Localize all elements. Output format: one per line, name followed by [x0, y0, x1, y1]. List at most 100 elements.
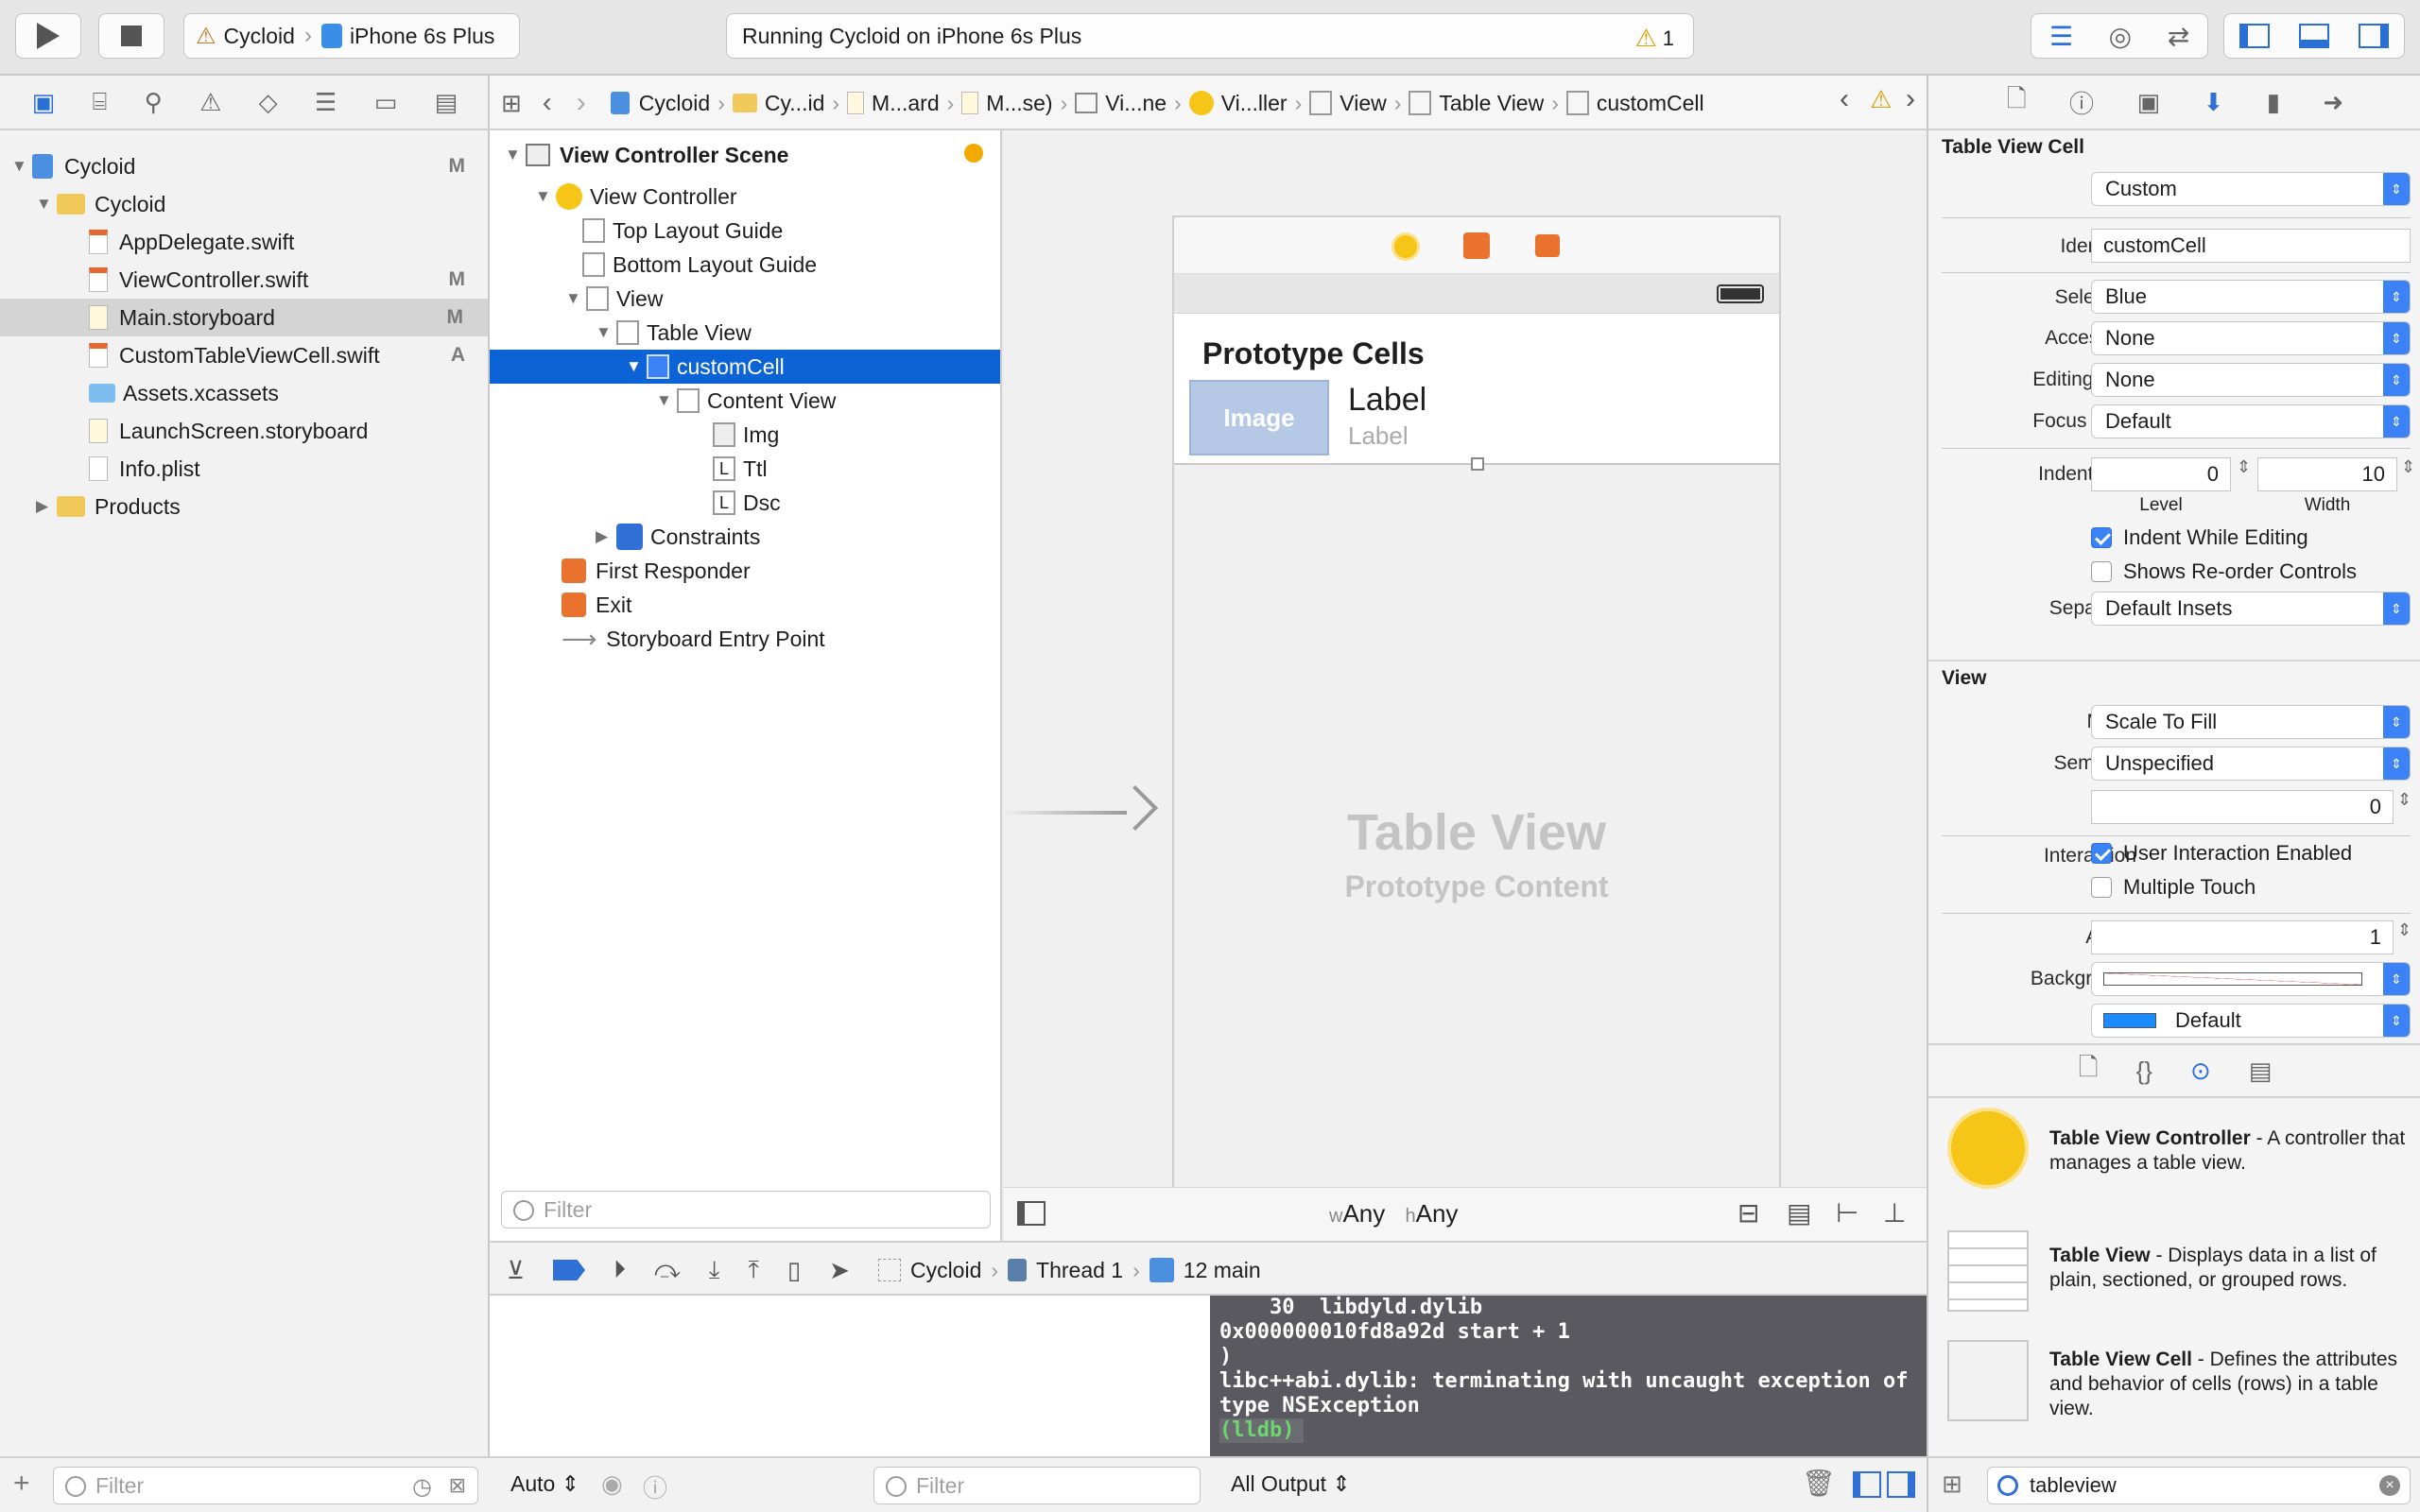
show-console-icon[interactable] — [1887, 1471, 1915, 1498]
outline-top-layout-guide[interactable]: Top Layout Guide — [582, 214, 783, 248]
library-search-input[interactable]: tableview × — [1987, 1467, 2411, 1504]
breadcrumb-item[interactable]: View — [1340, 91, 1386, 116]
indent-while-editing-checkbox[interactable]: Indent While Editing — [2091, 525, 2308, 550]
run-button[interactable] — [15, 13, 81, 59]
breadcrumb-item[interactable]: Vi...ller — [1221, 91, 1288, 116]
back-button[interactable]: ‹ — [543, 87, 552, 119]
library-item-table-view-cell[interactable]: Table View Cell - Defines the attributes… — [1947, 1340, 2420, 1444]
style-popup[interactable]: Custom ⇕ — [2091, 172, 2411, 206]
issue-navigator-icon[interactable]: ⚠ — [199, 88, 221, 117]
scm-filter-icon[interactable]: ⊠ — [449, 1473, 466, 1498]
object-library-icon[interactable]: ⊙ — [2190, 1057, 2211, 1086]
warning-indicator[interactable]: ⚠ 1 — [1634, 24, 1674, 53]
step-over-icon[interactable]: ⤼ — [654, 1255, 681, 1285]
previous-issue-button[interactable]: ‹ — [1840, 83, 1849, 115]
find-navigator-icon[interactable]: ⚲ — [145, 88, 163, 117]
separator-popup[interactable]: Default Insets ⇕ — [2091, 592, 2411, 626]
clear-search-icon[interactable]: × — [2379, 1475, 2400, 1496]
attributes-inspector-icon[interactable]: ⬇ — [2203, 88, 2223, 117]
location-icon[interactable]: ➤ — [829, 1256, 850, 1285]
outline-scene[interactable]: ▼ View Controller Scene — [505, 138, 996, 172]
scheme-selector[interactable]: ⚠ Cycloid › iPhone 6s Plus — [183, 13, 520, 59]
symbol-navigator-icon[interactable]: ⌸ — [93, 87, 108, 117]
align-icon[interactable]: ⊢ — [1836, 1197, 1858, 1228]
outline-dsc[interactable]: L Dsc — [713, 486, 781, 520]
identifier-field[interactable]: customCell — [2091, 229, 2411, 263]
library-item-table-view-controller[interactable]: Table View Controller - A controller tha… — [1947, 1108, 2420, 1211]
update-frames-icon[interactable]: ⊟ — [1737, 1197, 1759, 1228]
console-output[interactable]: 30 libdyld.dylib 0x000000010fd8a92d star… — [1210, 1296, 1928, 1456]
dock-exit-icon[interactable] — [1535, 234, 1560, 257]
debug-toggle-icon[interactable] — [2298, 24, 2329, 48]
semantic-popup[interactable]: Unspecified ⇕ — [2091, 747, 2411, 781]
step-out-icon[interactable]: ⤒ — [748, 1255, 759, 1285]
version-editor-icon[interactable]: ⇄ — [2168, 21, 2189, 52]
recent-files-icon[interactable]: ◷ — [412, 1473, 432, 1501]
outline-ttl[interactable]: L Ttl — [713, 452, 768, 486]
step-into-icon[interactable]: ⤓ — [709, 1255, 720, 1285]
related-items-icon[interactable]: ⊞ — [501, 89, 522, 118]
tint-popup[interactable]: Default ⇕ — [2091, 1004, 2411, 1038]
outline-toggle-icon[interactable] — [1017, 1201, 1046, 1226]
tree-item-group-cycloid[interactable]: ▼ Cycloid — [36, 185, 490, 223]
connections-inspector-icon[interactable]: ➜ — [2323, 88, 2343, 117]
tree-item-project[interactable]: ▼ Cycloid M — [11, 147, 490, 185]
tree-item-viewcontroller[interactable]: ViewController.swift M — [89, 261, 490, 299]
breadcrumb-item[interactable]: M...ard — [872, 91, 940, 116]
breadcrumb-item[interactable]: Cy...id — [765, 91, 824, 116]
tree-item-appdelegate[interactable]: AppDelegate.swift — [89, 223, 490, 261]
indent-level-field[interactable]: 0 — [2091, 457, 2231, 491]
identity-inspector-icon[interactable]: ▣ — [2136, 88, 2160, 117]
auto-popup[interactable]: Auto ⇕ — [510, 1471, 579, 1497]
debug-frame[interactable]: 12 main — [1184, 1258, 1261, 1283]
focus-style-popup[interactable]: Default ⇕ — [2091, 404, 2411, 438]
indent-width-field[interactable]: 10 — [2257, 457, 2397, 491]
multiple-touch-checkbox[interactable]: Multiple Touch — [2091, 875, 2256, 900]
cell-image-view[interactable]: Image — [1189, 380, 1329, 455]
add-icon[interactable]: + — [13, 1468, 30, 1500]
shows-reorder-checkbox[interactable]: Shows Re-order Controls — [2091, 559, 2357, 584]
outline-entry-point[interactable]: ⟶ Storyboard Entry Point — [562, 622, 825, 656]
debug-process[interactable]: Cycloid — [910, 1258, 981, 1283]
next-issue-button[interactable]: › — [1906, 83, 1915, 115]
tag-stepper[interactable]: ⇕ — [2397, 790, 2411, 810]
test-navigator-icon[interactable]: ◇ — [259, 88, 278, 117]
assistant-editor-icon[interactable]: ◎ — [2109, 21, 2132, 52]
selection-popup[interactable]: Blue ⇕ — [2091, 280, 2411, 314]
standard-editor-icon[interactable]: ☰ — [2049, 21, 2073, 52]
issue-warning-icon[interactable]: ⚠ — [1870, 85, 1892, 114]
quick-help-icon[interactable]: ⓘ — [2069, 85, 2094, 120]
dock-view-controller-icon[interactable] — [1392, 232, 1420, 261]
utilities-toggle-icon[interactable] — [2359, 24, 2390, 48]
file-template-icon[interactable]: 🗋 — [2079, 1050, 2099, 1091]
tree-item-products[interactable]: ▶ Products — [36, 488, 490, 525]
trash-icon[interactable]: 🗑 — [1802, 1468, 1836, 1499]
breakpoint-navigator-icon[interactable]: ▭ — [374, 88, 398, 117]
tag-field[interactable]: 0 — [2091, 790, 2394, 824]
navigator-filter-input[interactable]: Filter ◷ ⊠ — [53, 1467, 478, 1504]
cell-title-label[interactable]: Label — [1348, 382, 1426, 419]
tree-item-customcell-swift[interactable]: CustomTableViewCell.swift A — [89, 336, 490, 374]
view-debugger-icon[interactable]: ▯ — [787, 1256, 801, 1285]
background-color-popup[interactable]: ⇕ — [2091, 962, 2411, 996]
outline-content-view[interactable]: ▼ Content View — [656, 384, 836, 418]
editing-accessory-popup[interactable]: None ⇕ — [2091, 363, 2411, 397]
info-icon[interactable]: ⓘ — [643, 1469, 667, 1504]
stop-button[interactable] — [98, 13, 164, 59]
breadcrumb-item[interactable]: Vi...ne — [1105, 91, 1167, 116]
outline-exit[interactable]: Exit — [562, 588, 631, 622]
breadcrumb-item[interactable]: M...se) — [986, 91, 1052, 116]
size-inspector-icon[interactable]: ▮ — [2267, 88, 2280, 117]
indent-width-stepper[interactable]: ⇕ — [2401, 457, 2415, 477]
forward-button[interactable]: › — [577, 87, 586, 119]
output-popup[interactable]: All Output ⇕ — [1231, 1471, 1351, 1497]
code-snippet-icon[interactable]: {} — [2136, 1057, 2152, 1086]
breadcrumb-item[interactable]: Cycloid — [639, 91, 710, 116]
tree-item-infoplist[interactable]: Info.plist — [89, 450, 490, 488]
outline-table-view[interactable]: ▼ Table View — [596, 316, 752, 350]
scene-frame[interactable]: Prototype Cells Image Label Label Table … — [1172, 215, 1781, 1189]
debug-navigator-icon[interactable]: ☰ — [315, 88, 337, 117]
cell-subtitle-label[interactable]: Label — [1348, 421, 1409, 451]
dock-first-responder-icon[interactable] — [1463, 232, 1490, 259]
debug-thread[interactable]: Thread 1 — [1036, 1258, 1123, 1283]
